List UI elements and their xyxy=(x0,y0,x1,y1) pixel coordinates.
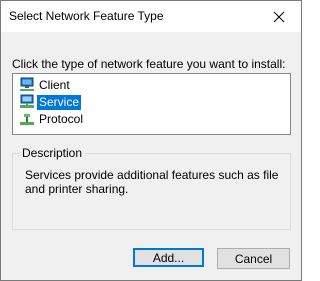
add-button[interactable]: Add... xyxy=(133,248,204,267)
title-bar: Select Network Feature Type xyxy=(1,1,301,32)
client-network-icon xyxy=(19,77,35,93)
protocol-network-icon xyxy=(19,111,35,127)
feature-type-list[interactable]: Client Service Protocol xyxy=(12,73,291,135)
cancel-button[interactable]: Cancel xyxy=(217,248,290,269)
description-group-label: Description xyxy=(20,146,85,160)
list-item-client[interactable]: Client xyxy=(19,77,72,93)
list-item-protocol[interactable]: Protocol xyxy=(19,111,85,127)
close-button[interactable] xyxy=(257,1,301,32)
close-icon xyxy=(273,11,285,22)
window-title: Select Network Feature Type xyxy=(9,9,164,23)
description-text: Services provide additional features suc… xyxy=(25,168,279,196)
instruction-label: Click the type of network feature you wa… xyxy=(12,57,286,71)
service-network-icon xyxy=(19,94,35,110)
list-item-service[interactable]: Service xyxy=(19,94,82,110)
dialog-window: Select Network Feature Type Click the ty… xyxy=(0,0,302,281)
